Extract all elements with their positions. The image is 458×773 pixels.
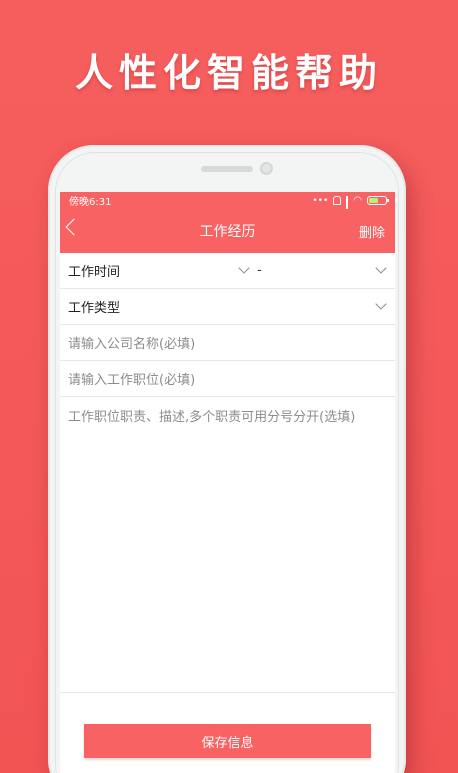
- work-type-label: 工作类型: [68, 301, 121, 316]
- page-title: 工作经历: [199, 224, 256, 240]
- job-description-textarea[interactable]: 工作职位职责、描述,多个职责可用分号分开(选填): [60, 397, 395, 693]
- more-dots-icon: •••: [312, 195, 329, 206]
- job-position-input[interactable]: 请输入工作职位(必填): [60, 361, 395, 397]
- end-date-chevron-down-icon[interactable]: [375, 262, 387, 274]
- time-separator: -: [257, 263, 262, 278]
- nav-bar: 工作经历 删除: [60, 209, 395, 253]
- status-icons: ••• ◠: [312, 195, 389, 220]
- phone-speaker: [201, 166, 253, 172]
- company-name-input[interactable]: 请输入公司名称(必填): [60, 325, 395, 361]
- app-screen: 傍晚6:31 ••• ◠ 工作经历 删除 工作时间 - 工作类型 请输入公司名称…: [60, 192, 395, 773]
- silent-bell-icon: [333, 196, 342, 205]
- work-type-chevron-down-icon[interactable]: [375, 298, 387, 310]
- work-type-row[interactable]: 工作类型: [60, 289, 395, 325]
- save-button[interactable]: 保存信息: [84, 724, 371, 758]
- back-arrow-icon[interactable]: [65, 218, 83, 236]
- wifi-icon: ◠: [353, 195, 362, 206]
- start-date-chevron-down-icon[interactable]: [238, 262, 250, 274]
- signal-icon: [346, 196, 349, 220]
- work-time-label: 工作时间: [68, 265, 121, 280]
- delete-button[interactable]: 删除: [359, 222, 385, 241]
- status-bar: 傍晚6:31 ••• ◠: [60, 192, 395, 220]
- phone-camera: [260, 162, 273, 175]
- status-time: 傍晚6:31: [69, 197, 112, 208]
- work-time-row[interactable]: 工作时间 -: [60, 253, 395, 289]
- battery-charging-icon: [367, 196, 389, 205]
- promo-headline: 人性化智能帮助: [74, 51, 383, 95]
